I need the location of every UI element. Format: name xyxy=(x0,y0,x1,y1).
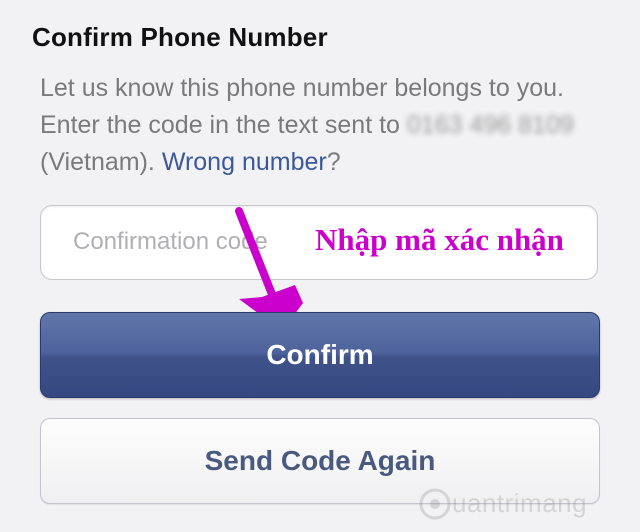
watermark-text: uantrimang xyxy=(452,488,588,518)
annotation-label: Nhập mã xác nhận xyxy=(315,222,564,257)
confirm-button-label: Confirm xyxy=(266,339,374,370)
question-mark: ? xyxy=(326,148,341,176)
phone-number-part1: 0163 xyxy=(406,111,463,139)
page-title: Confirm Phone Number xyxy=(32,22,328,52)
send-code-again-label: Send Code Again xyxy=(204,445,436,476)
country-label: (Vietnam). xyxy=(40,148,162,176)
watermark: uantrimang xyxy=(418,478,640,532)
watermark-logo-icon xyxy=(419,488,451,520)
phone-number-part2: 496 8109 xyxy=(469,111,574,139)
description-text: Let us know this phone number belongs to… xyxy=(40,70,600,181)
confirm-button[interactable]: Confirm xyxy=(40,312,600,398)
wrong-number-link[interactable]: Wrong number xyxy=(162,148,327,176)
